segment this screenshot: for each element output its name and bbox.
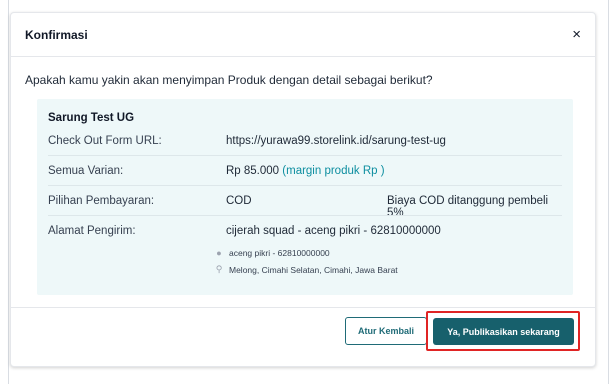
divider: [48, 215, 562, 216]
dialog-title: Konfirmasi: [25, 27, 88, 42]
row-label: Pilihan Pembayaran:: [48, 195, 155, 207]
location-pin-icon: ⚲: [215, 264, 223, 274]
sender-location: Melong, Cimahi Selatan, Cimahi, Jawa Bar…: [229, 264, 398, 275]
price-value: Rp 85.000: [226, 165, 280, 177]
confirmation-dialog: Konfirmasi × Apakah kamu yakin akan meny…: [10, 12, 596, 367]
row-label: Semua Varian:: [48, 165, 124, 177]
footer-divider: [11, 307, 595, 308]
product-detail-panel: Sarung Test UG Check Out Form URL: https…: [37, 99, 573, 295]
sender-address: cijerah squad - aceng pikri - 6281000000…: [226, 225, 441, 237]
reset-button[interactable]: Atur Kembali: [345, 317, 427, 345]
sender-location-line: ⚲ Melong, Cimahi Selatan, Cimahi, Jawa B…: [215, 264, 398, 275]
margin-note: (margin produk Rp ): [282, 165, 385, 177]
row-label: Alamat Pengirim:: [48, 225, 136, 237]
confirmation-question: Apakah kamu yakin akan menyimpan Produk …: [25, 73, 433, 87]
payment-method: COD: [226, 195, 252, 207]
divider: [48, 185, 562, 186]
publish-now-button[interactable]: Ya, Publikasikan sekarang: [433, 318, 574, 345]
sender-contact: aceng pikri - 62810000000: [229, 248, 330, 258]
person-icon: ●: [216, 248, 222, 258]
sender-contact-line: ● aceng pikri - 62810000000: [215, 248, 330, 258]
backdrop-edge-left: [8, 0, 9, 384]
row-label: Check Out Form URL:: [48, 135, 162, 147]
dialog-header: Konfirmasi ×: [11, 13, 595, 57]
variant-price: Rp 85.000 (margin produk Rp ): [226, 165, 385, 177]
divider: [48, 155, 562, 156]
close-icon[interactable]: ×: [572, 27, 581, 42]
backdrop-edge-right: [608, 0, 609, 384]
checkout-url-link[interactable]: https://yurawa99.storelink.id/sarung-tes…: [226, 135, 446, 147]
product-name: Sarung Test UG: [48, 112, 135, 124]
